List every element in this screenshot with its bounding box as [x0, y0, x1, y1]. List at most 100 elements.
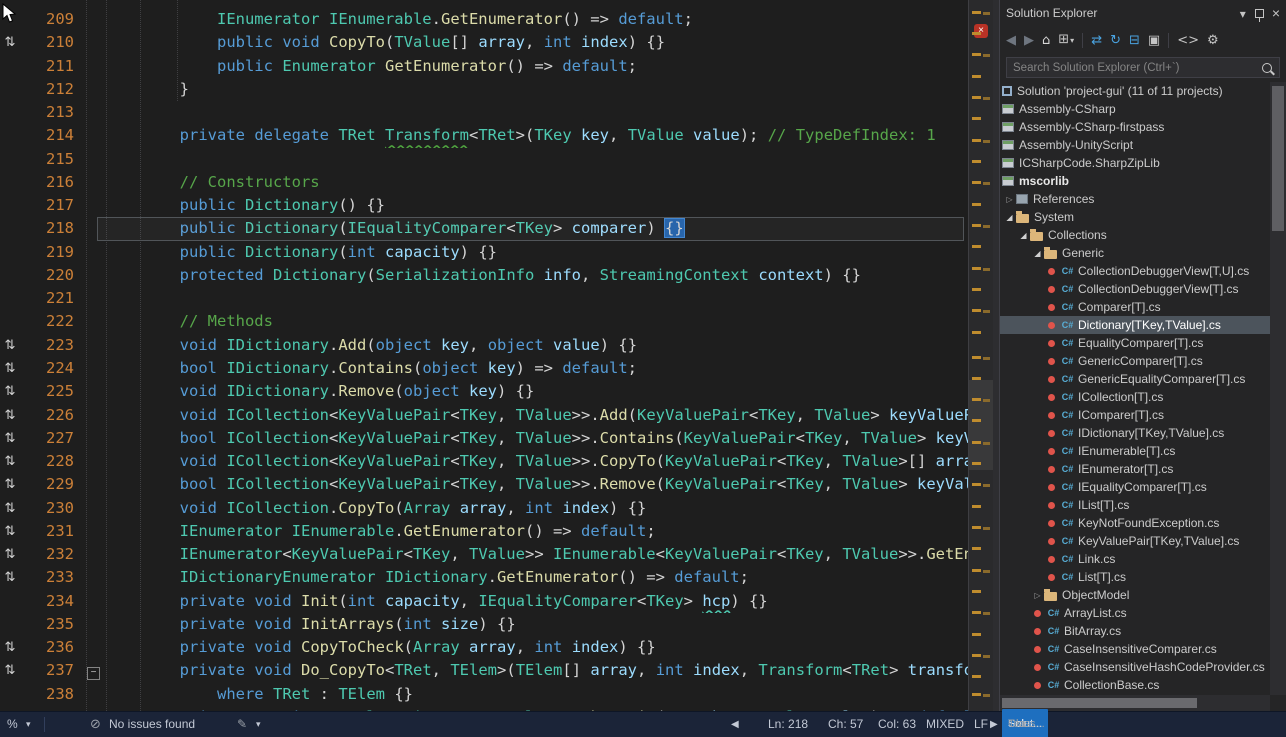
expander-slot[interactable]: ▷	[1031, 591, 1044, 600]
tree-item[interactable]: C#Dictionary[TKey,TValue].cs	[1000, 316, 1270, 334]
code-line[interactable]: ⇅228 void ICollection<KeyValuePair<TKey,…	[0, 450, 968, 473]
tree-item[interactable]: C#CollectionBase.cs	[1000, 676, 1270, 694]
expander-slot[interactable]: ◢	[1003, 213, 1016, 222]
collapsed-arrow-icon[interactable]: ▷	[1006, 195, 1012, 204]
code-line[interactable]: 235 private void InitArrays(int size) {}	[0, 613, 968, 636]
code-line[interactable]: 213	[0, 101, 968, 124]
close-icon[interactable]: ×	[1272, 5, 1280, 21]
encoding-indicator[interactable]: MIXED	[926, 712, 964, 737]
view-code-icon[interactable]: <>	[1177, 34, 1199, 47]
window-position-icon[interactable]: ▾	[1240, 7, 1246, 21]
scroll-right-icon[interactable]: ▶	[990, 712, 998, 737]
code-line[interactable]: 220 protected Dictionary(SerializationIn…	[0, 264, 968, 287]
tree-item[interactable]: C#CaseInsensitiveHashCodeProvider.cs	[1000, 658, 1270, 676]
code-line[interactable]: 215	[0, 148, 968, 171]
implements-icon[interactable]: ⇅	[0, 659, 20, 682]
code-line[interactable]: ⇅232 IEnumerator<KeyValuePair<TKey, TVal…	[0, 543, 968, 566]
code-line[interactable]: ⇅225 void IDictionary.Remove(object key)…	[0, 380, 968, 403]
tree-item[interactable]: C#CollectionDebuggerView[T,U].cs	[1000, 262, 1270, 280]
tree-item[interactable]: Assembly-UnityScript	[1000, 136, 1270, 154]
tree-item[interactable]: C#KeyValuePair[TKey,TValue].cs	[1000, 532, 1270, 550]
tree-item[interactable]: C#CaseInsensitiveComparer.cs	[1000, 640, 1270, 658]
search-input[interactable]	[1006, 57, 1280, 78]
code-line[interactable]: 221	[0, 287, 968, 310]
implements-icon[interactable]: ⇅	[0, 334, 20, 357]
scroll-left-icon[interactable]: ◀	[731, 712, 739, 737]
forward-icon[interactable]: ▶	[1024, 34, 1034, 47]
expander-slot[interactable]: ◢	[1031, 249, 1044, 258]
collapse-all-icon[interactable]: ⊟	[1129, 34, 1140, 47]
code-line[interactable]: 222 // Methods	[0, 310, 968, 333]
tree-item[interactable]: C#IEnumerator[T].cs	[1000, 460, 1270, 478]
tree-item[interactable]: C#Comparer[T].cs	[1000, 298, 1270, 316]
implements-icon[interactable]: ⇅	[0, 450, 20, 473]
tree-item[interactable]: Solution 'project-gui' (11 of 11 project…	[1000, 82, 1270, 100]
implements-icon[interactable]: ⇅	[0, 380, 20, 403]
implements-icon[interactable]: ⇅	[0, 566, 20, 589]
issues-status[interactable]: No issues found	[109, 712, 195, 737]
tree-item[interactable]: C#GenericComparer[T].cs	[1000, 352, 1270, 370]
scrollbar-thumb[interactable]	[1002, 698, 1197, 708]
tree-item[interactable]: ICSharpCode.SharpZipLib	[1000, 154, 1270, 172]
implements-icon[interactable]: ⇅	[0, 520, 20, 543]
tree-item[interactable]: C#IEqualityComparer[T].cs	[1000, 478, 1270, 496]
code-line[interactable]: ⇅224 bool IDictionary.Contains(object ke…	[0, 357, 968, 380]
column-indicator[interactable]: Col: 63	[878, 712, 916, 737]
tree-item[interactable]: C#List[T].cs	[1000, 568, 1270, 586]
code-line[interactable]: ⇅233 IDictionaryEnumerator IDictionary.G…	[0, 566, 968, 589]
char-indicator[interactable]: Ch: 57	[828, 712, 863, 737]
expander-slot[interactable]: ▷	[1003, 195, 1016, 204]
switch-views-icon[interactable]: ⊞▾	[1058, 33, 1074, 47]
panel-splitter[interactable]	[993, 0, 1000, 711]
code-line[interactable]: 211 public Enumerator GetEnumerator() =>…	[0, 55, 968, 78]
code-line[interactable]: ⇅223 void IDictionary.Add(object key, ob…	[0, 334, 968, 357]
code-line[interactable]: ⇅226 void ICollection<KeyValuePair<TKey,…	[0, 404, 968, 427]
code-line[interactable]: ⇅229 bool ICollection<KeyValuePair<TKey,…	[0, 473, 968, 496]
zoom-control[interactable]: %	[7, 712, 18, 737]
tree-item[interactable]: ▷References	[1000, 190, 1270, 208]
tree-item[interactable]: C#Link.cs	[1000, 550, 1270, 568]
tool-window-tab[interactable]: Tea...	[1002, 709, 1041, 737]
implements-icon[interactable]: ⇅	[0, 31, 20, 54]
code-line[interactable]: 238 where TRet : TElem {}	[0, 683, 968, 706]
search-icon[interactable]	[1262, 63, 1272, 73]
expanded-arrow-icon[interactable]: ◢	[1034, 249, 1040, 258]
back-icon[interactable]: ◀	[1006, 34, 1016, 47]
implements-icon[interactable]: ⇅	[0, 473, 20, 496]
code-line[interactable]: 216 // Constructors	[0, 171, 968, 194]
tree-item[interactable]: C#CollectionDebuggerView[T].cs	[1000, 280, 1270, 298]
line-indicator[interactable]: Ln: 218	[768, 712, 808, 737]
implements-icon[interactable]: ⇅	[0, 636, 20, 659]
code-line[interactable]: 218 public Dictionary(IEqualityComparer<…	[0, 217, 968, 240]
tree-item[interactable]: C#ICollection[T].cs	[1000, 388, 1270, 406]
tree-item[interactable]: C#ArrayList.cs	[1000, 604, 1270, 622]
code-line[interactable]: 212 }	[0, 78, 968, 101]
tree-vertical-scrollbar[interactable]	[1270, 82, 1286, 695]
code-line[interactable]: 214 private delegate TRet Transform<TRet…	[0, 124, 968, 147]
pin-icon[interactable]	[1255, 9, 1264, 18]
code-line[interactable]: ⇅237− private void Do_CopyTo<TRet, TElem…	[0, 659, 968, 682]
eol-indicator[interactable]: LF	[974, 712, 988, 737]
code-line[interactable]: ⇅227 bool ICollection<KeyValuePair<TKey,…	[0, 427, 968, 450]
code-line[interactable]: 217 public Dictionary() {}	[0, 194, 968, 217]
code-line[interactable]: ⇅236 private void CopyToCheck(Array arra…	[0, 636, 968, 659]
tree-item[interactable]: Assembly-CSharp	[1000, 100, 1270, 118]
properties-icon[interactable]: ⚙	[1207, 34, 1219, 47]
expanded-arrow-icon[interactable]: ◢	[1020, 231, 1026, 240]
pen-caret-icon[interactable]: ▾	[256, 712, 261, 737]
code-editor[interactable]: 209 IEnumerator IEnumerable.GetEnumerato…	[0, 0, 968, 711]
fold-toggle[interactable]: −	[74, 659, 105, 682]
sync-with-active-document-icon[interactable]: ⇄	[1091, 34, 1102, 47]
tree-item[interactable]: ◢Collections	[1000, 226, 1270, 244]
tree-item[interactable]: C#EqualityComparer[T].cs	[1000, 334, 1270, 352]
tree-item[interactable]: ◢Generic	[1000, 244, 1270, 262]
tree-item[interactable]: C#GenericEqualityComparer[T].cs	[1000, 370, 1270, 388]
code-line[interactable]: ⇅230 void ICollection.CopyTo(Array array…	[0, 497, 968, 520]
scrollbar-thumb[interactable]	[1272, 86, 1284, 231]
home-icon[interactable]: ⌂	[1042, 34, 1050, 47]
code-line[interactable]: ⇅210 public void CopyTo(TValue[] array, …	[0, 31, 968, 54]
code-line[interactable]: 209 IEnumerator IEnumerable.GetEnumerato…	[0, 8, 968, 31]
tree-item[interactable]: C#BitArray.cs	[1000, 622, 1270, 640]
tree-item[interactable]: mscorlib	[1000, 172, 1270, 190]
implements-icon[interactable]: ⇅	[0, 427, 20, 450]
